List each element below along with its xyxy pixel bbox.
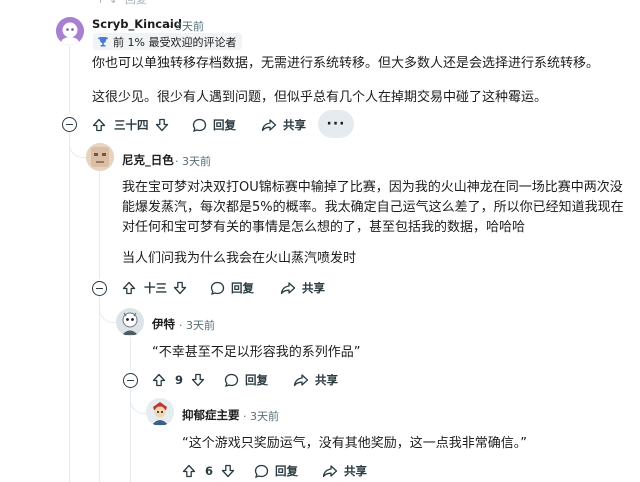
arrow-up-icon[interactable]	[152, 373, 166, 387]
comment-body-paragraph: 这很少见。很少有人遇到问题，但似乎总有几个人在掉期交易中碰了这种霉运。	[92, 90, 548, 105]
avatar[interactable]	[86, 143, 114, 171]
share-arrow-icon	[293, 374, 309, 387]
speech-bubble-icon	[224, 373, 239, 387]
reply-label: 回复	[275, 464, 298, 478]
comment-time: · 3天前	[243, 410, 279, 423]
comment-body-paragraph: 你也可以单独转移存档数据，无需进行系统转移。但大多数人还是会选择进行系统转移。	[92, 56, 600, 71]
vote-count: 三十四	[114, 118, 149, 132]
comment-time: · 3天前	[168, 20, 204, 33]
reply-label: 回复	[231, 281, 254, 295]
reply-label: 回复	[213, 118, 236, 132]
user-avatar-icon	[146, 398, 174, 426]
comment-username[interactable]: 伊特	[152, 316, 175, 332]
vote-group: 6	[182, 458, 235, 482]
vote-count: 6	[205, 464, 214, 478]
user-avatar-icon	[86, 143, 114, 171]
speech-bubble-icon	[254, 464, 269, 478]
previous-comment-actions: ↑ ↓ 回复	[96, 0, 147, 7]
collapse-thread-button[interactable]	[123, 373, 138, 388]
share-arrow-icon	[261, 119, 277, 132]
trophy-icon	[98, 37, 108, 47]
share-button[interactable]: 共享	[261, 112, 306, 138]
user-avatar-icon	[56, 17, 84, 45]
arrow-up-icon[interactable]	[92, 118, 106, 132]
comment-time-value: 3天前	[175, 20, 204, 33]
comment-body-paragraph: 我在宝可梦对决双打OU锦标赛中输掉了比赛，因为我的火山神龙在同一场比赛中两次没能…	[122, 180, 624, 235]
flair-badge: 前 1% 最受欢迎的评论者	[93, 33, 243, 50]
share-arrow-icon	[280, 282, 296, 295]
share-button[interactable]: 共享	[322, 458, 367, 482]
comment-username[interactable]: 抑郁症主要	[182, 407, 240, 423]
comment-body-paragraph: “这个游戏只奖励运气，没有其他奖励，这一点我非常确信。”	[182, 436, 527, 451]
arrow-down-icon[interactable]	[155, 118, 169, 132]
comment-time: · 3天前	[175, 155, 211, 168]
previous-comment-votes: ↑ ↓	[96, 0, 125, 6]
comment-time-value: 3天前	[182, 155, 211, 168]
avatar[interactable]	[146, 398, 174, 426]
share-label: 共享	[344, 464, 367, 478]
comment-time-value: 3天前	[186, 319, 215, 332]
thread-line-l1-continued[interactable]	[99, 296, 100, 482]
arrow-down-icon[interactable]	[221, 464, 235, 478]
speech-bubble-icon	[192, 118, 207, 132]
share-arrow-icon	[322, 465, 338, 478]
thread-connector-l3	[130, 388, 147, 414]
reply-button[interactable]: 回复	[192, 112, 236, 138]
share-label: 共享	[315, 373, 338, 387]
thread-line-root[interactable]	[69, 46, 70, 114]
collapse-thread-button[interactable]	[92, 281, 107, 296]
reply-button[interactable]: 回复	[254, 458, 298, 482]
thread-line-root-continued[interactable]	[69, 131, 70, 482]
arrow-down-icon[interactable]	[173, 281, 187, 295]
comment-body-paragraph: “不幸甚至不足以形容我的系列作品”	[152, 345, 361, 360]
share-label: 共享	[283, 118, 306, 132]
previous-reply-label: 回复	[125, 0, 147, 6]
avatar[interactable]	[116, 308, 144, 336]
arrow-up-icon[interactable]	[122, 281, 136, 295]
speech-bubble-icon	[210, 281, 225, 295]
collapse-thread-button[interactable]	[62, 117, 77, 132]
vote-count: 9	[175, 373, 184, 387]
vote-count: 十三	[144, 281, 167, 295]
share-label: 共享	[302, 281, 325, 295]
comment-username[interactable]: 尼克_日色	[122, 152, 174, 168]
vote-group: 9	[152, 367, 205, 393]
user-avatar-icon	[116, 308, 144, 336]
comment-body-paragraph: 当人们问我为什么我会在火山蒸汽喷发时	[122, 251, 357, 266]
arrow-up-icon[interactable]	[182, 464, 196, 478]
reply-label: 回复	[245, 373, 268, 387]
share-button[interactable]: 共享	[280, 275, 325, 301]
avatar[interactable]	[56, 17, 84, 45]
arrow-down-icon[interactable]	[191, 373, 205, 387]
thread-connector-l1	[69, 131, 86, 158]
flair-label: 前 1% 最受欢迎的评论者	[113, 35, 237, 49]
reply-button[interactable]: 回复	[224, 367, 268, 393]
comment-time-value: 3天前	[250, 410, 279, 423]
thread-connector-l2	[99, 296, 116, 323]
thread-line-l2[interactable]	[130, 337, 131, 371]
reply-button[interactable]: 回复	[210, 275, 254, 301]
thread-line-l1[interactable]	[99, 172, 100, 279]
more-options-button[interactable]: ···	[318, 110, 354, 138]
vote-group: 三十四	[92, 112, 169, 138]
comment-time: · 3天前	[179, 319, 215, 332]
vote-group: 十三	[122, 275, 187, 301]
share-button[interactable]: 共享	[293, 367, 338, 393]
